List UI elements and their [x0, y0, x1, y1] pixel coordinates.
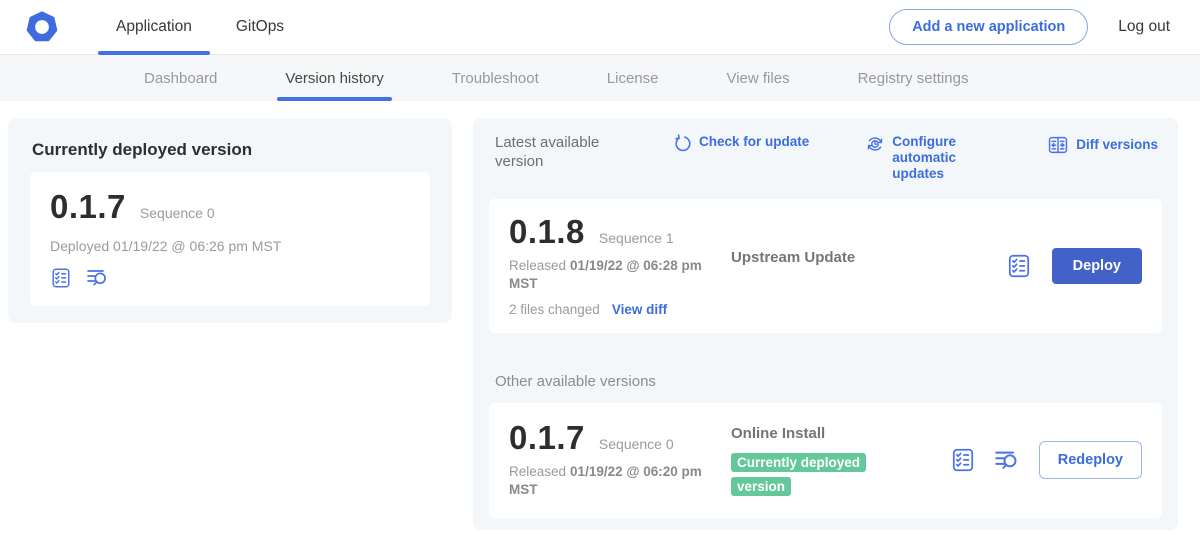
subnav-item-license[interactable]: License — [573, 55, 693, 101]
check-for-update-link[interactable]: Check for update — [673, 134, 809, 153]
deploy-button[interactable]: Deploy — [1052, 248, 1142, 284]
subnav-version-history-label: Version history — [285, 70, 383, 87]
latest-released-prefix: Released — [509, 258, 566, 273]
other-version-number: 0.1.7 — [509, 419, 585, 457]
view-logs-icon[interactable] — [994, 447, 1021, 474]
subnav-item-view-files[interactable]: View files — [692, 55, 823, 101]
other-released-prefix: Released — [509, 464, 566, 479]
redeploy-button[interactable]: Redeploy — [1039, 441, 1142, 479]
configure-automatic-updates-label: Configure automatic updates — [892, 134, 1010, 183]
view-logs-icon[interactable] — [86, 266, 110, 290]
other-source-label: Online Install — [731, 425, 899, 442]
tab-gitops[interactable]: GitOps — [214, 0, 306, 54]
subnav-item-version-history[interactable]: Version history — [251, 55, 417, 101]
subnav-item-registry-settings[interactable]: Registry settings — [824, 55, 1003, 101]
main-content: Currently deployed version 0.1.7 Sequenc… — [0, 101, 1200, 536]
subnav-registry-settings-label: Registry settings — [858, 70, 969, 87]
latest-released-text: Released01/19/22 @ 06:28 pm MST — [509, 257, 731, 295]
subnav-dashboard-label: Dashboard — [144, 70, 217, 87]
subnav-view-files-label: View files — [726, 70, 789, 87]
files-changed-text: 2 files changed — [509, 302, 600, 317]
deployed-version-card: 0.1.7 Sequence 0 Deployed 01/19/22 @ 06:… — [30, 172, 430, 306]
top-header: Application GitOps Add a new application… — [0, 0, 1200, 55]
app-logo-icon[interactable] — [24, 9, 60, 45]
logout-link[interactable]: Log out — [1118, 18, 1170, 36]
diff-icon — [1047, 134, 1069, 156]
latest-version-card: 0.1.8 Sequence 1 Released01/19/22 @ 06:2… — [489, 199, 1162, 333]
tab-application-label: Application — [116, 18, 192, 36]
app-subnav: Dashboard Version history Troubleshoot L… — [0, 55, 1200, 101]
latest-version-number: 0.1.8 — [509, 213, 585, 251]
view-diff-link[interactable]: View diff — [612, 302, 667, 317]
subnav-license-label: License — [607, 70, 659, 87]
configure-automatic-updates-link[interactable]: Configure automatic updates — [865, 134, 1010, 183]
deployed-date-text: Deployed 01/19/22 @ 06:26 pm MST — [50, 238, 410, 254]
currently-deployed-panel: Currently deployed version 0.1.7 Sequenc… — [8, 118, 452, 323]
diff-versions-label: Diff versions — [1076, 137, 1158, 153]
auto-update-icon — [865, 134, 885, 154]
tab-application[interactable]: Application — [94, 0, 214, 54]
subnav-troubleshoot-label: Troubleshoot — [452, 70, 539, 87]
latest-sequence-label: Sequence 1 — [599, 230, 674, 246]
refresh-icon — [673, 134, 692, 153]
release-notes-icon[interactable] — [950, 447, 976, 473]
add-application-button[interactable]: Add a new application — [889, 9, 1088, 45]
deployed-panel-title: Currently deployed version — [32, 140, 430, 160]
diff-versions-link[interactable]: Diff versions — [1047, 134, 1158, 156]
available-versions-panel: Latest available version Check for updat… — [473, 118, 1178, 530]
other-versions-title: Other available versions — [495, 373, 1162, 390]
currently-deployed-badge: Currently deployed version — [731, 453, 866, 497]
tab-gitops-label: GitOps — [236, 18, 284, 36]
release-notes-icon[interactable] — [1006, 253, 1032, 279]
release-notes-icon[interactable] — [50, 267, 72, 289]
check-for-update-label: Check for update — [699, 134, 809, 150]
latest-source-label: Upstream Update — [731, 249, 891, 319]
header-tabs: Application GitOps — [94, 0, 306, 54]
subnav-item-dashboard[interactable]: Dashboard — [110, 55, 251, 101]
other-released-text: Released01/19/22 @ 06:20 pm MST — [509, 463, 731, 501]
deployed-sequence-label: Sequence 0 — [140, 205, 215, 221]
deployed-version-number: 0.1.7 — [50, 188, 126, 226]
subnav-item-troubleshoot[interactable]: Troubleshoot — [418, 55, 573, 101]
available-panel-title: Latest available version — [495, 134, 633, 172]
other-sequence-label: Sequence 0 — [599, 436, 674, 452]
other-version-card: 0.1.7 Sequence 0 Released01/19/22 @ 06:2… — [489, 403, 1162, 518]
